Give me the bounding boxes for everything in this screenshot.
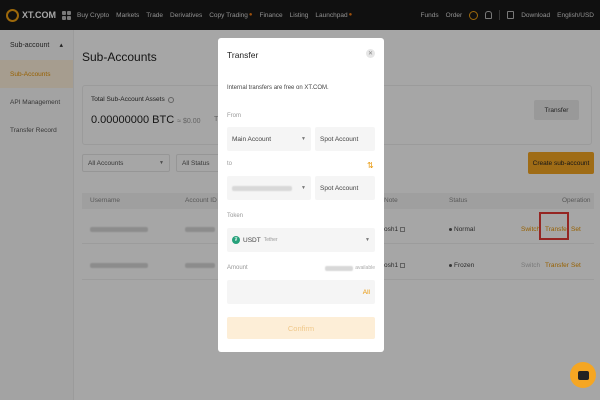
to-account-select[interactable]: ▼	[227, 176, 311, 200]
chat-support-button[interactable]	[570, 362, 596, 388]
modal-title: Transfer	[227, 50, 259, 60]
token-label: Token	[227, 213, 244, 219]
token-value: ₮ USDT Tether	[232, 236, 278, 244]
transfer-modal: Transfer ✕ Internal transfers are free o…	[218, 38, 384, 352]
token-select[interactable]: ₮ USDT Tether ▼	[227, 228, 375, 252]
amount-input[interactable]: All	[227, 280, 375, 304]
chevron-down-icon: ▼	[301, 136, 306, 142]
all-button[interactable]: All	[363, 289, 370, 296]
from-account-select[interactable]: Main Account ▼	[227, 127, 311, 151]
close-icon[interactable]: ✕	[366, 49, 375, 58]
swap-icon[interactable]: ⇅	[367, 161, 374, 170]
usdt-icon: ₮	[232, 236, 240, 244]
from-label: From	[227, 113, 241, 119]
balance-redacted	[325, 265, 354, 271]
amount-label: Amount	[227, 265, 248, 271]
chevron-down-icon: ▼	[301, 185, 306, 191]
modal-note: Internal transfers are free on XT.COM.	[227, 85, 329, 91]
available-balance: available	[325, 265, 375, 271]
chat-icon	[577, 370, 589, 380]
to-type-field[interactable]: Spot Account	[315, 176, 375, 200]
to-account-redacted	[232, 185, 292, 191]
chevron-down-icon: ▼	[365, 237, 370, 243]
from-type-field[interactable]: Spot Account	[315, 127, 375, 151]
to-label: to	[227, 161, 233, 167]
confirm-button[interactable]: Confirm	[227, 317, 375, 339]
